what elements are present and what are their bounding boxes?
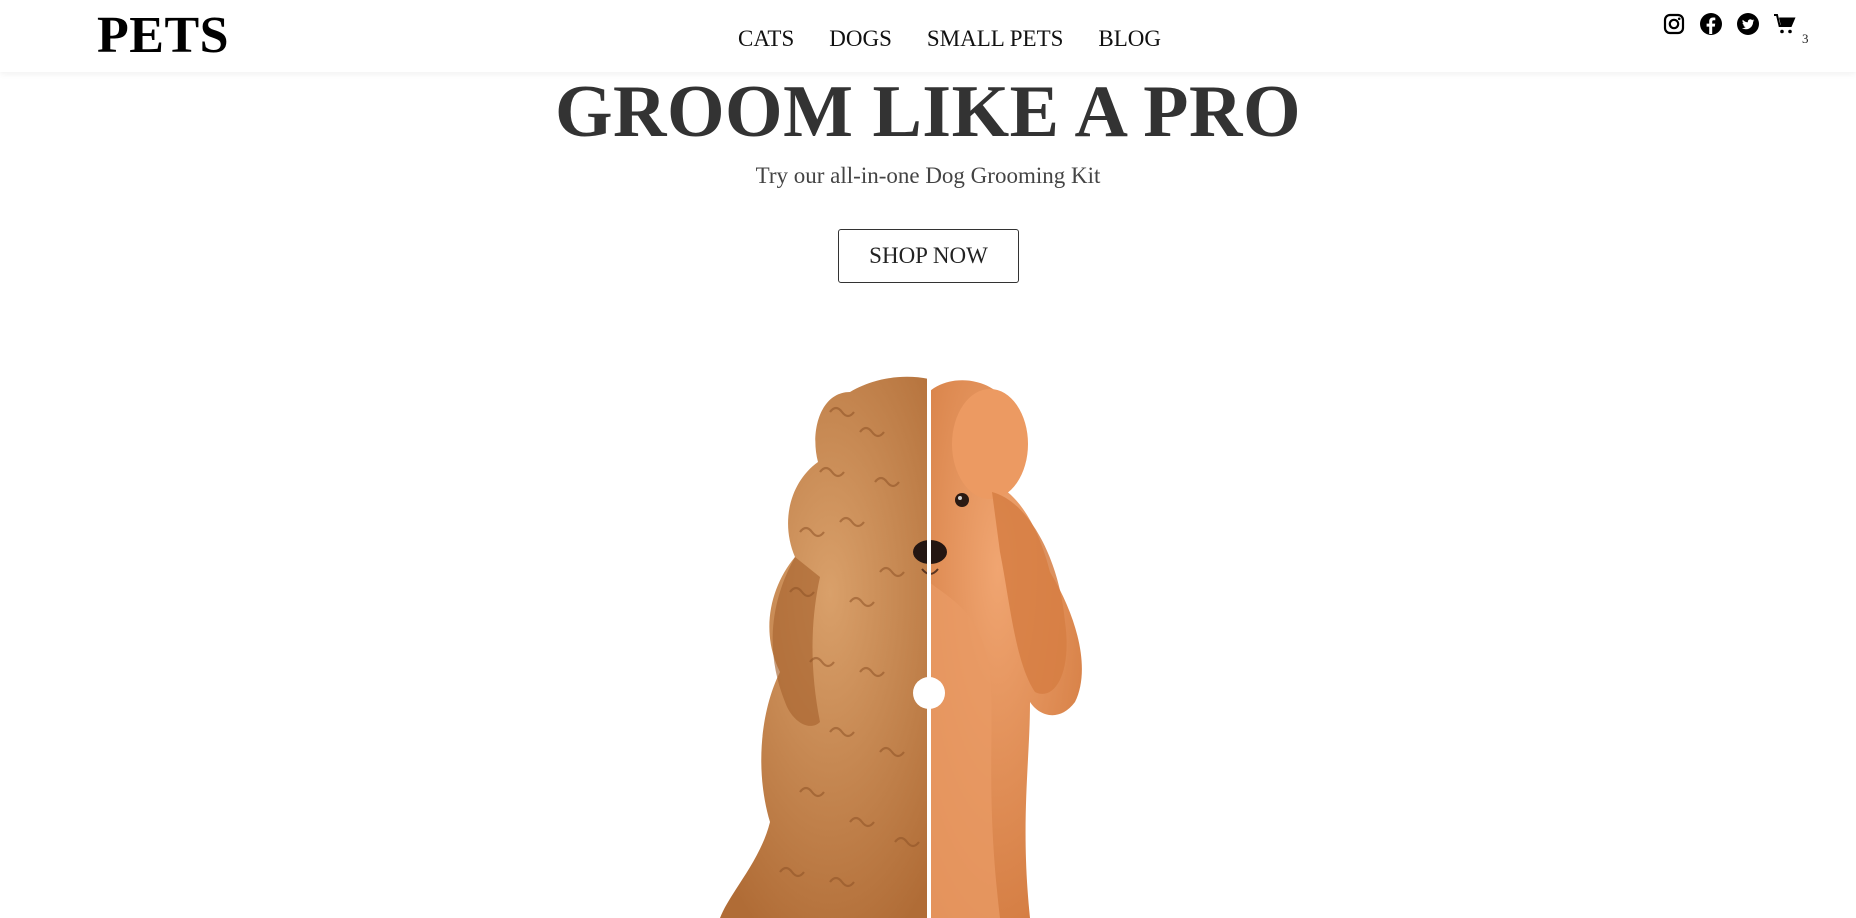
instagram-icon[interactable] xyxy=(1662,12,1686,36)
hero-subtitle: Try our all-in-one Dog Grooming Kit xyxy=(755,163,1101,188)
cart-count-badge: 3 xyxy=(1802,31,1809,46)
social-links: 3 xyxy=(1662,12,1809,46)
main-nav: CATS DOGS SMALL PETS BLOG xyxy=(738,24,1161,54)
cart-icon xyxy=(1774,14,1796,34)
hero-title: GROOM LIKE A PRO xyxy=(554,71,1301,153)
comparison-divider[interactable] xyxy=(927,372,931,918)
cart-button[interactable]: 3 xyxy=(1773,12,1809,46)
comparison-graphic xyxy=(720,372,1082,918)
dog-before-grooming xyxy=(720,376,929,918)
top-navbar: PETS CATS DOGS SMALL PETS BLOG 3 xyxy=(0,0,1856,72)
before-after-comparison xyxy=(700,372,1120,918)
nav-link-cats[interactable]: CATS xyxy=(738,24,794,54)
shop-now-button[interactable]: SHOP NOW xyxy=(838,229,1019,283)
facebook-icon[interactable] xyxy=(1699,12,1723,36)
dog-after-grooming xyxy=(929,380,1082,918)
nav-link-small-pets[interactable]: SMALL PETS xyxy=(927,24,1064,54)
nav-link-dogs[interactable]: DOGS xyxy=(829,24,892,54)
comparison-slider-handle[interactable] xyxy=(913,677,945,709)
twitter-icon[interactable] xyxy=(1736,12,1760,36)
site-logo[interactable]: PETS xyxy=(97,6,229,66)
nav-link-blog[interactable]: BLOG xyxy=(1098,24,1161,54)
